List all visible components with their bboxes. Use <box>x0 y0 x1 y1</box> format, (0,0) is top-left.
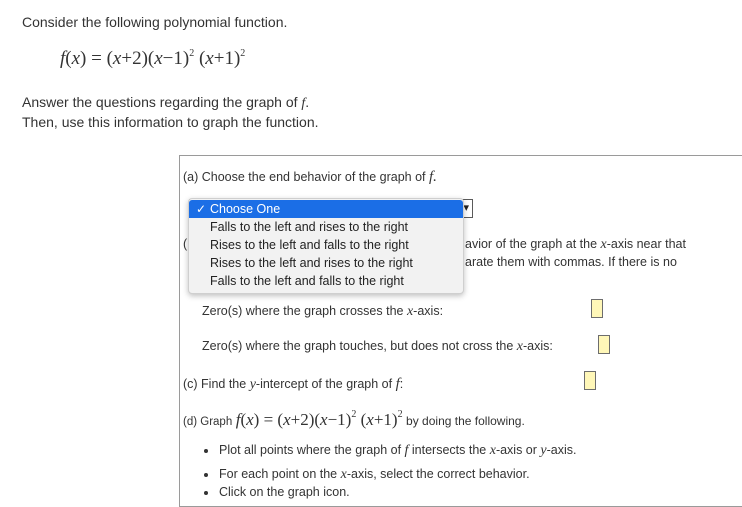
part-c-label: (c) Find the y-intercept of the graph of… <box>183 376 404 392</box>
bullet-plot-points: Plot all points where the graph of f int… <box>203 443 577 458</box>
instruction-line-2: Then, use this information to graph the … <box>22 114 319 130</box>
part-b-line1-tail: avior of the graph at the x-axis near th… <box>465 237 686 252</box>
option-rises-left-falls-right[interactable]: Rises to the left and falls to the right <box>189 236 463 254</box>
touches-label: Zero(s) where the graph touches, but doe… <box>202 339 553 354</box>
part-b-prefix: ( <box>183 237 188 251</box>
checkmark-icon: ✓ <box>196 202 207 216</box>
end-behavior-dropdown: ✓ Choose One Falls to the left and rises… <box>188 198 464 294</box>
function-formula: f(x) = (x+2)(x−1)2 (x+1)2 <box>60 48 246 69</box>
crosses-input[interactable] <box>591 299 603 318</box>
instruction-line-1: Answer the questions regarding the graph… <box>22 94 310 111</box>
part-a-label: (a) Choose the end behavior of the graph… <box>183 169 437 185</box>
option-choose-one[interactable]: ✓ Choose One <box>189 200 463 218</box>
touches-input[interactable] <box>598 335 610 354</box>
part-b-line2-tail: arate them with commas. If there is no <box>465 255 677 269</box>
option-falls-left-rises-right[interactable]: Falls to the left and rises to the right <box>189 218 463 236</box>
chevron-down-icon: ▾ <box>463 202 469 214</box>
option-rises-left-rises-right[interactable]: Rises to the left and rises to the right <box>189 254 463 272</box>
bullet-select-behavior: For each point on the x-axis, select the… <box>204 467 530 482</box>
intro-text: Consider the following polynomial functi… <box>22 14 288 30</box>
part-d-label: (d) Graph f(x) = (x+2)(x−1)2 (x+1)2 by d… <box>183 409 525 430</box>
y-intercept-input[interactable] <box>584 371 596 390</box>
option-falls-left-falls-right[interactable]: Falls to the left and falls to the right <box>189 272 463 290</box>
bullet-click-graph: Click on the graph icon. <box>204 485 350 499</box>
crosses-label: Zero(s) where the graph crosses the x-ax… <box>202 304 444 319</box>
